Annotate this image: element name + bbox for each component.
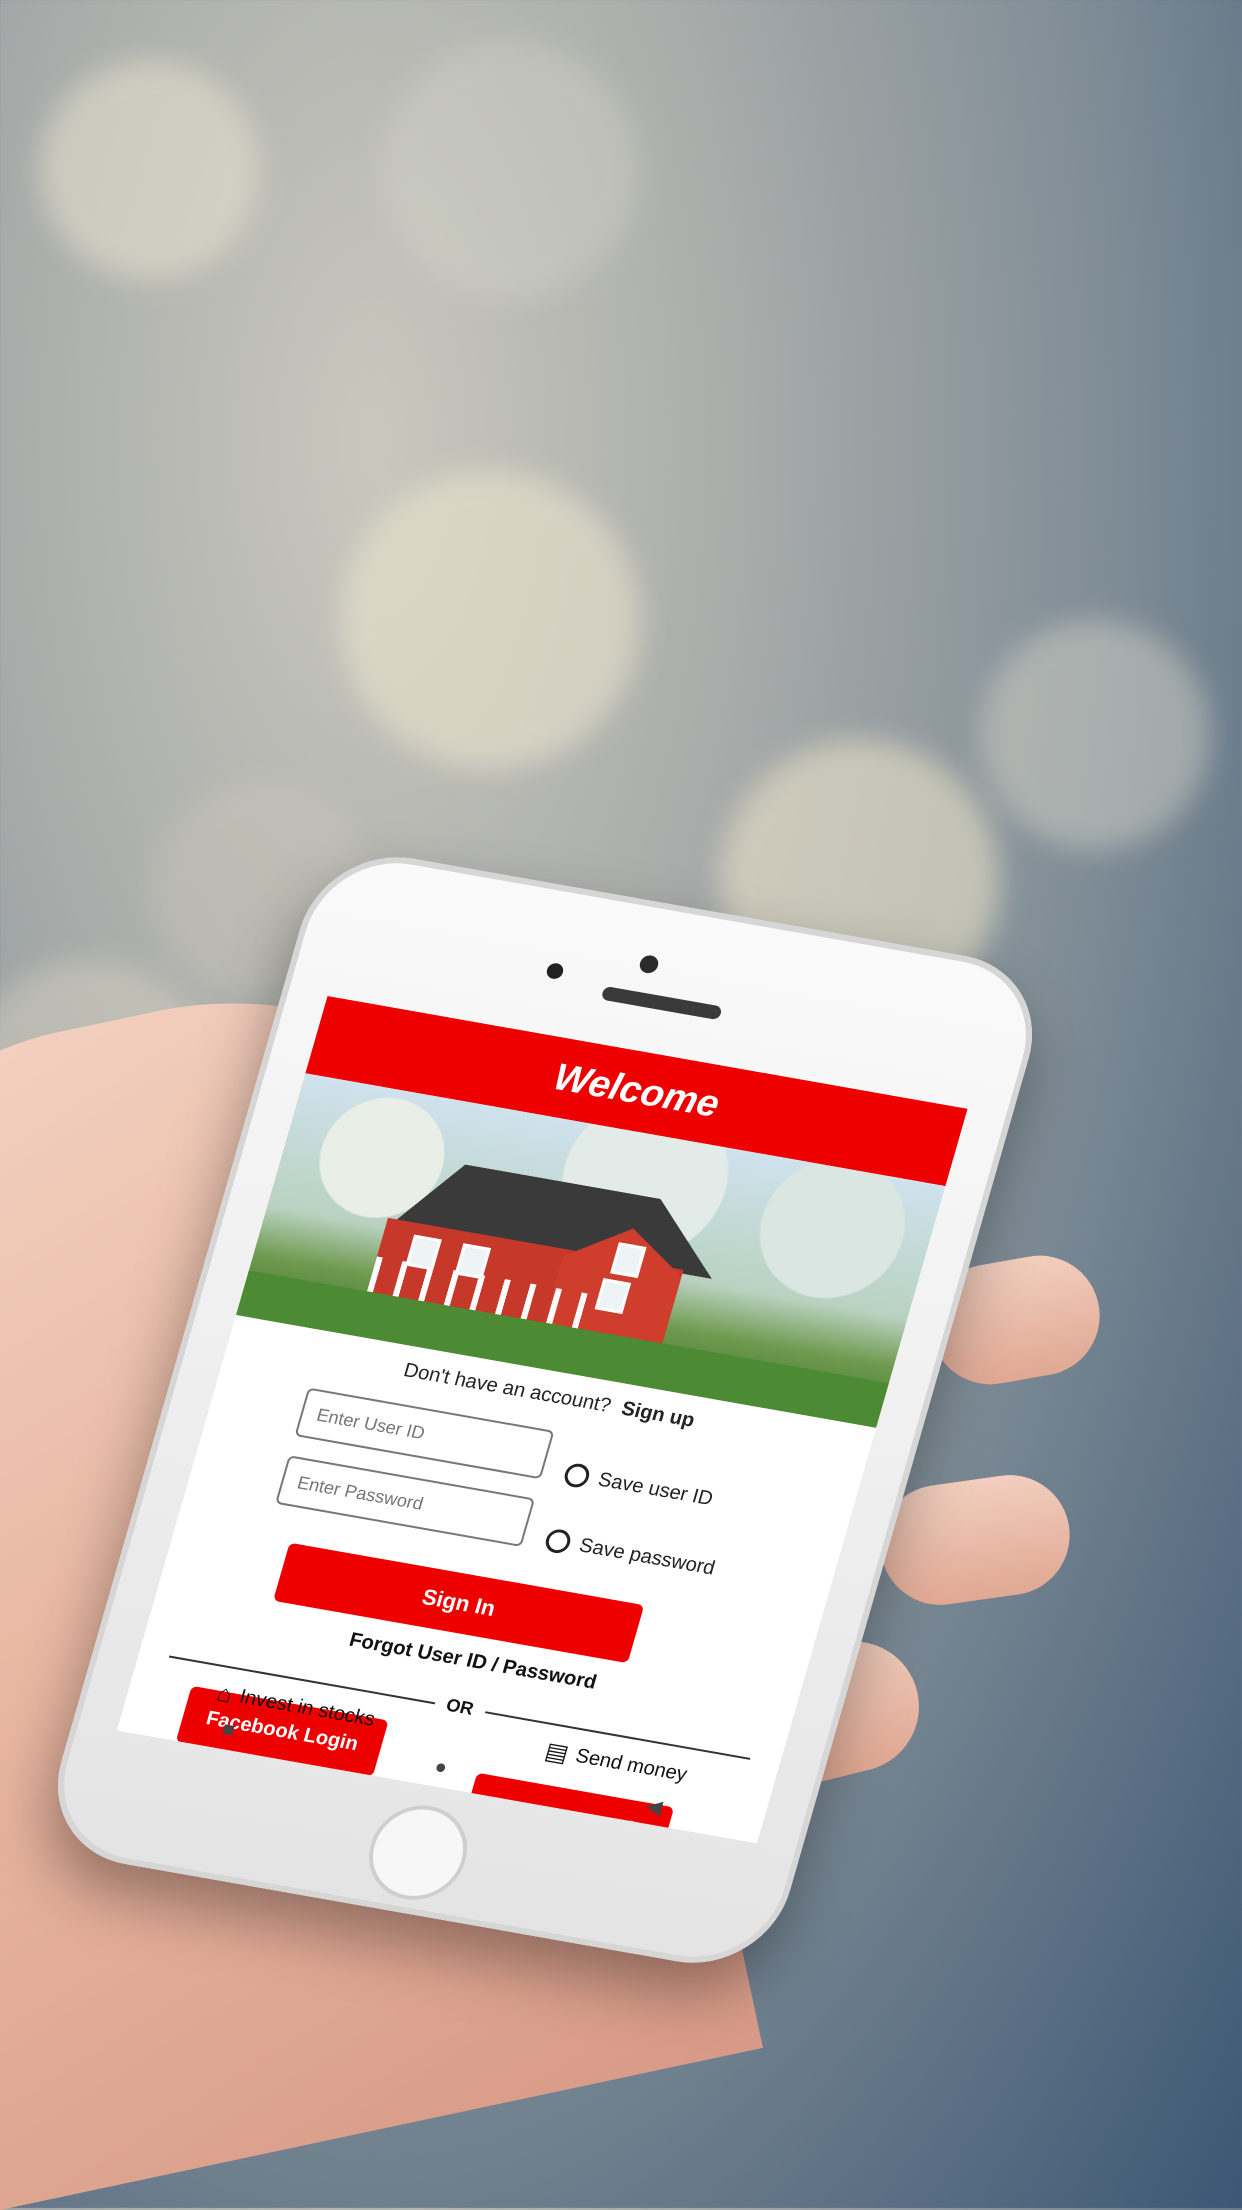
or-label: OR xyxy=(443,1694,476,1719)
save-password-radio[interactable] xyxy=(542,1527,574,1555)
background-bokeh xyxy=(340,470,640,770)
save-user-label: Save user ID xyxy=(595,1468,716,1510)
save-password-option[interactable]: Save password xyxy=(542,1527,718,1581)
home-icon[interactable]: ● xyxy=(431,1756,450,1782)
page-title: Welcome xyxy=(548,1055,725,1126)
background-bokeh xyxy=(980,620,1210,850)
recent-apps-icon[interactable]: ■ xyxy=(219,1718,238,1744)
save-user-radio[interactable] xyxy=(561,1461,593,1490)
money-icon: ▤ xyxy=(541,1737,572,1768)
background-bokeh xyxy=(380,40,640,300)
proximity-sensor xyxy=(544,961,566,981)
front-camera-icon xyxy=(637,954,661,975)
back-icon[interactable]: ◀ xyxy=(643,1793,665,1820)
phone-home-button[interactable] xyxy=(357,1797,479,1908)
background-bokeh xyxy=(40,60,260,280)
save-user-option[interactable]: Save user ID xyxy=(561,1461,716,1511)
earpiece-speaker xyxy=(600,985,723,1021)
save-password-label: Save password xyxy=(576,1533,718,1579)
house-icon: ⌂ xyxy=(213,1679,236,1709)
